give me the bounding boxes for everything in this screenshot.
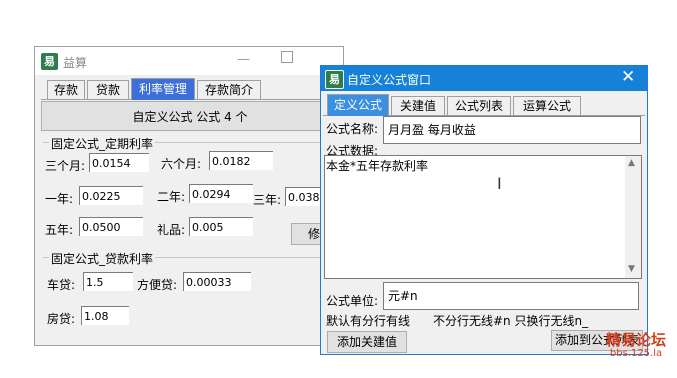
close-icon[interactable]: ✕ bbox=[621, 67, 635, 87]
formula-name-input[interactable]: 月月盈 每月收益 bbox=[383, 116, 641, 144]
rate-input-2y[interactable]: 0.0294 bbox=[189, 184, 253, 203]
scroll-up-icon[interactable]: ▲ bbox=[628, 158, 635, 168]
formula-window: 易 自定义公式窗口 ✕ 定义公式 关建值 公式列表 运算公式 公式名称: 月月盈… bbox=[320, 65, 648, 355]
tab-loan[interactable]: 贷款 bbox=[87, 80, 129, 99]
rate-input-5y[interactable]: 0.0500 bbox=[79, 217, 143, 236]
watermark-line1: 精易论坛 bbox=[606, 331, 667, 349]
loan-input-convenient[interactable]: 0.00033 bbox=[183, 272, 251, 291]
tab-deposit-intro[interactable]: 存款简介 bbox=[197, 80, 261, 99]
formula-name-label: 公式名称: bbox=[326, 122, 379, 136]
formula-window-title: 自定义公式窗口 bbox=[347, 73, 432, 87]
tab-define-formula[interactable]: 定义公式 bbox=[327, 94, 389, 116]
rate-label-2y: 二年: bbox=[157, 190, 186, 204]
tab-rate-management[interactable]: 利率管理 bbox=[131, 78, 195, 100]
formula-data-textarea[interactable]: 本金*五年存款利率 I ▲ ▼ bbox=[324, 155, 642, 279]
rate-label-gift: 礼品: bbox=[157, 223, 186, 237]
format-hint-default: 默认有分行有线 bbox=[326, 314, 411, 328]
rate-input-6m[interactable]: 0.0182 bbox=[209, 151, 273, 170]
maximize-icon[interactable] bbox=[281, 51, 293, 63]
loan-input-car[interactable]: 1.5 bbox=[83, 272, 133, 291]
text-cursor-icon: I bbox=[497, 174, 502, 193]
rate-label-3y: 三年: bbox=[253, 193, 282, 207]
tab-deposit[interactable]: 存款 bbox=[47, 80, 85, 99]
format-hint-options: 不分行无线#n 只换行无线n_ bbox=[433, 314, 589, 328]
main-window-titlebar: 易 益算 — bbox=[35, 47, 343, 75]
loan-label-convenient: 方便贷: bbox=[137, 278, 178, 292]
deposit-group-title: 固定公式_定期利率 bbox=[49, 135, 156, 152]
loan-input-house[interactable]: 1.08 bbox=[81, 306, 129, 325]
formula-unit-label: 公式单位: bbox=[326, 294, 379, 308]
formula-unit-input[interactable]: 元#n bbox=[383, 282, 639, 310]
rate-label-5y: 五年: bbox=[45, 223, 74, 237]
loan-label-house: 房贷: bbox=[47, 312, 76, 326]
add-key-value-button[interactable]: 添加关建值 bbox=[327, 331, 407, 353]
main-window-title: 益算 bbox=[63, 56, 88, 70]
tab-key-values[interactable]: 关建值 bbox=[391, 96, 445, 115]
app-logo-icon: 易 bbox=[325, 70, 344, 89]
app-logo-icon: 易 bbox=[41, 53, 58, 70]
rate-input-1y[interactable]: 0.0225 bbox=[79, 186, 143, 205]
scrollbar[interactable]: ▲ ▼ bbox=[625, 156, 641, 278]
formula-data-text: 本金*五年存款利率 bbox=[326, 159, 429, 173]
rate-label-6m: 六个月: bbox=[161, 157, 202, 171]
main-window: 易 益算 — 存款 贷款 利率管理 存款简介 自定义公式 公式 4 个 固定公式… bbox=[34, 46, 344, 346]
rate-label-1y: 一年: bbox=[45, 192, 74, 206]
scroll-down-icon[interactable]: ▼ bbox=[628, 264, 635, 274]
rate-label-3m: 三个月: bbox=[45, 159, 86, 173]
loan-group-title: 固定公式_贷款利率 bbox=[49, 250, 156, 267]
loan-label-car: 车贷: bbox=[47, 278, 76, 292]
custom-formula-button[interactable]: 自定义公式 公式 4 个 bbox=[41, 101, 339, 131]
watermark-line2: bbs.125.la bbox=[609, 348, 663, 359]
formula-window-titlebar[interactable]: 易 自定义公式窗口 ✕ bbox=[321, 66, 647, 91]
main-tab-strip: 存款 贷款 利率管理 存款简介 bbox=[41, 77, 337, 100]
rate-input-gift[interactable]: 0.005 bbox=[189, 217, 253, 236]
minimize-icon[interactable]: — bbox=[237, 52, 250, 67]
formula-tab-strip: 定义公式 关建值 公式列表 运算公式 bbox=[323, 93, 645, 116]
tab-formula-list[interactable]: 公式列表 bbox=[447, 96, 511, 115]
tab-compute-formula[interactable]: 运算公式 bbox=[513, 96, 581, 115]
rate-input-3m[interactable]: 0.0154 bbox=[89, 153, 149, 172]
forum-watermark: 精易论坛 bbs.125.la bbox=[606, 332, 666, 360]
